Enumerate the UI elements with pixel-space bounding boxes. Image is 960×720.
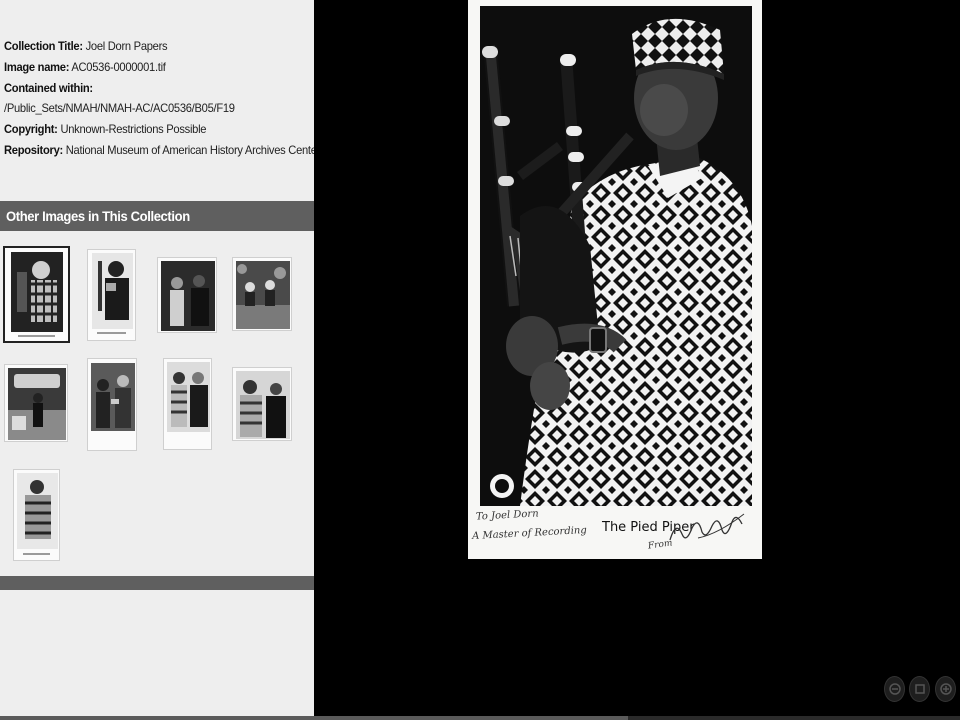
thumbnail-8-image [236, 371, 290, 439]
repository-value: National Museum of American History Arch… [65, 142, 314, 157]
thumbnail-1[interactable] [4, 247, 69, 342]
sidebar: Collection Title: Joel Dorn Papers Image… [0, 0, 314, 716]
thumbnail-1-caption [17, 335, 56, 337]
thumbnail-5-image [8, 368, 66, 440]
photo-bagpiper [480, 6, 752, 506]
signature-scribble [669, 513, 745, 541]
contained-within-row: Contained within: [4, 78, 290, 99]
other-images-header: Other Images in This Collection [0, 201, 314, 231]
copyright-value: Unknown-Restrictions Possible [60, 122, 207, 137]
main-photograph: To Joel Dorn A Master of Recording The P… [468, 0, 762, 559]
thumbnail-2-caption [97, 332, 126, 334]
collection-title-row: Collection Title: Joel Dorn Papers [4, 36, 290, 57]
thumbnail-6[interactable] [87, 358, 137, 451]
repository-label: Repository: [4, 142, 63, 157]
image-name-row: Image name: AC0536-0000001.tif [4, 57, 290, 78]
sidebar-footer-bar [0, 576, 314, 590]
collection-title-value: Joel Dorn Papers [85, 39, 168, 53]
reset-view-button[interactable] [909, 676, 930, 702]
scrollbar-thumb[interactable] [0, 716, 628, 720]
zoom-in-button[interactable] [935, 676, 956, 702]
thumbnail-8[interactable] [232, 367, 292, 441]
thumbnail-1-image [11, 252, 63, 332]
inscription-line-1: To Joel Dorn [475, 508, 539, 523]
horizontal-scrollbar[interactable] [0, 716, 960, 720]
thumbnail-5[interactable] [4, 364, 68, 442]
image-name-value: AC0536-0000001.tif [71, 59, 166, 74]
inscription-line-2: A Master of Recording [471, 525, 588, 542]
zoom-out-icon [889, 683, 901, 695]
thumbnail-4-image [236, 261, 290, 329]
reset-icon [915, 684, 925, 694]
contained-within-label: Contained within: [4, 80, 93, 95]
thumbnail-3[interactable] [157, 257, 217, 333]
thumbnail-7-image [167, 362, 210, 432]
thumbnail-3-image [161, 261, 215, 331]
image-viewer[interactable]: To Joel Dorn A Master of Recording The P… [314, 0, 960, 716]
thumbnail-7[interactable] [163, 358, 212, 450]
image-name-label: Image name: [4, 59, 70, 74]
zoom-in-icon [940, 683, 952, 695]
repository-row: Repository: National Museum of American … [4, 140, 314, 161]
copyright-row: Copyright: Unknown-Restrictions Possible [4, 119, 290, 140]
zoom-out-button[interactable] [884, 676, 905, 702]
copyright-label: Copyright: [4, 122, 58, 137]
contained-within-path-row: /Public_Sets/NMAH/NMAH-AC/AC0536/B05/F19 [4, 98, 290, 119]
image-metadata: Collection Title: Joel Dorn Papers Image… [4, 36, 314, 161]
contained-within-value: /Public_Sets/NMAH/NMAH-AC/AC0536/B05/F19 [4, 101, 235, 116]
thumbnail-2-image [92, 253, 133, 329]
thumbnail-6-image [91, 363, 135, 431]
thumbnail-9-image [17, 473, 58, 549]
other-images-title: Other Images in This Collection [6, 208, 190, 224]
thumbnail-9[interactable] [13, 469, 60, 561]
collection-title-label: Collection Title: [4, 39, 83, 53]
thumbnail-4[interactable] [232, 257, 292, 331]
image-viewer-page: Collection Title: Joel Dorn Papers Image… [0, 0, 960, 720]
thumbnail-9-caption [23, 553, 50, 555]
thumbnail-2[interactable] [87, 249, 136, 341]
